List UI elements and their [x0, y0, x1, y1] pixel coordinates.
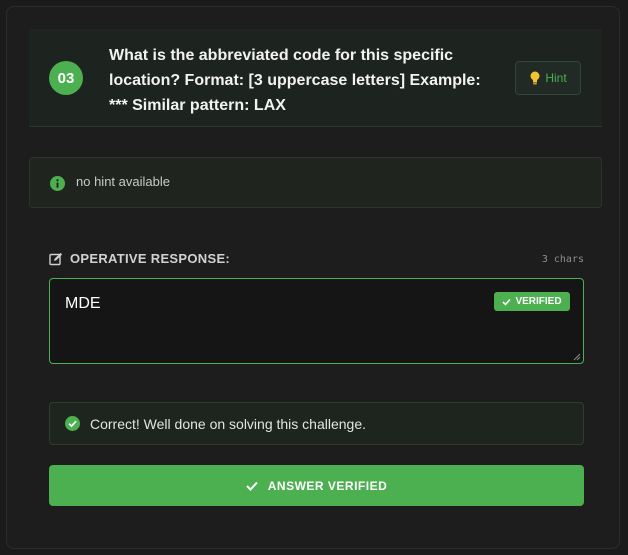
- resize-handle-icon[interactable]: [573, 353, 581, 361]
- question-number-badge: 03: [49, 61, 83, 95]
- answer-verified-button[interactable]: ANSWER VERIFIED: [49, 465, 584, 506]
- challenge-card: 03 What is the abbreviated code for this…: [6, 6, 620, 549]
- info-icon: [50, 176, 65, 191]
- response-label-row: OPERATIVE RESPONSE: 3 chars: [49, 251, 584, 269]
- check-icon: [502, 298, 512, 306]
- question-header: 03 What is the abbreviated code for this…: [29, 29, 602, 127]
- response-label: OPERATIVE RESPONSE:: [70, 251, 231, 266]
- edit-icon: [49, 252, 63, 266]
- check-circle-icon: [65, 416, 80, 431]
- success-message-box: Correct! Well done on solving this chall…: [49, 402, 584, 445]
- question-text: What is the abbreviated code for this sp…: [109, 47, 481, 114]
- answer-verified-label: ANSWER VERIFIED: [267, 478, 388, 493]
- check-icon: [246, 481, 258, 491]
- answer-textarea[interactable]: MDE VERIFIED: [49, 278, 584, 364]
- verified-badge: VERIFIED: [494, 292, 570, 311]
- hint-message-box: no hint available: [29, 157, 602, 208]
- char-counter: 3 chars: [541, 254, 584, 265]
- success-message-text: Correct! Well done on solving this chall…: [90, 416, 367, 432]
- lightbulb-icon: [530, 71, 540, 85]
- verified-badge-label: VERIFIED: [515, 296, 562, 307]
- answer-value: MDE: [65, 295, 101, 312]
- hint-button-label: Hint: [545, 71, 567, 85]
- hint-message-text: no hint available: [76, 174, 170, 189]
- hint-button[interactable]: Hint: [515, 61, 581, 95]
